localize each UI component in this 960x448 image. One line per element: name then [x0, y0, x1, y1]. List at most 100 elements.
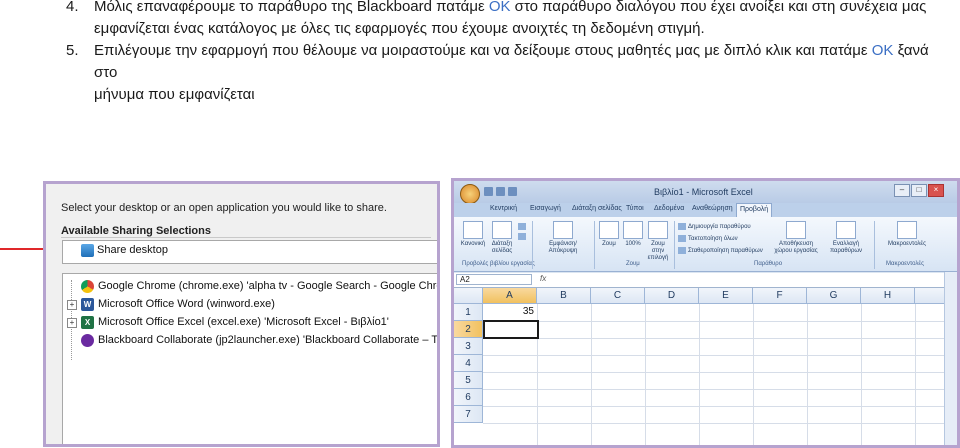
- view-small-buttons-2[interactable]: [518, 233, 528, 240]
- row-header[interactable]: 3: [454, 338, 483, 355]
- step-text: Επιλέγουμε την εφαρμογή που θέλουμε να μ…: [94, 42, 929, 103]
- page-layout-button[interactable]: Διάταξη σελίδας: [488, 221, 516, 255]
- step-text: Μόλις επαναφέρουμε το παράθυρο της Black…: [94, 0, 927, 37]
- vertical-scrollbar[interactable]: [944, 272, 957, 445]
- show-hide-button[interactable]: Εμφάνιση/Απόκρυψη: [536, 221, 590, 255]
- window-title: Βιβλίο1 - Microsoft Excel: [654, 187, 753, 197]
- page-layout-icon: [492, 221, 512, 239]
- share-desktop-option[interactable]: Share desktop: [62, 240, 437, 264]
- zoom-button[interactable]: Ζουμ: [598, 221, 620, 248]
- column-header[interactable]: E: [699, 288, 753, 304]
- zoom-icon: [599, 221, 619, 239]
- excel-title-bar: Βιβλίο1 - Microsoft Excel – □ ×: [454, 181, 957, 204]
- grid-line: [483, 338, 957, 339]
- maximize-icon[interactable]: □: [911, 184, 927, 197]
- spreadsheet-grid[interactable]: A B C D E F G H 1 2 3 4 5 6 7 35: [454, 288, 957, 445]
- expand-toggle[interactable]: +: [67, 318, 77, 328]
- group-window: Παράθυρο: [754, 261, 783, 267]
- zoom-selection-button[interactable]: Ζουμ στην επιλογή: [646, 221, 670, 262]
- grid-line: [483, 355, 957, 356]
- sharing-dialog-screenshot: Select your desktop or an open applicati…: [43, 181, 440, 447]
- freeze-panes-icon: [678, 247, 686, 254]
- fx-icon[interactable]: fx: [540, 274, 546, 283]
- macros-button[interactable]: Μακροεντολές: [882, 221, 932, 248]
- grid-line: [591, 304, 592, 445]
- column-header[interactable]: C: [591, 288, 645, 304]
- grid-line: [483, 406, 957, 407]
- minimize-icon[interactable]: –: [894, 184, 910, 197]
- group-separator: [674, 221, 675, 269]
- available-selections-title: Available Sharing Selections: [61, 225, 211, 237]
- grid-line: [483, 389, 957, 390]
- row-header[interactable]: 2: [454, 321, 483, 338]
- close-icon[interactable]: ×: [928, 184, 944, 197]
- column-header[interactable]: A: [483, 288, 537, 304]
- zoom-100-icon: [623, 221, 643, 239]
- excel-icon: X: [81, 316, 94, 329]
- freeze-panes-button[interactable]: Σταθεροποίηση παραθύρων: [678, 247, 763, 254]
- switch-windows-button[interactable]: Εναλλαγή παραθύρων: [824, 221, 868, 255]
- cell-a1[interactable]: 35: [483, 306, 534, 317]
- save-workspace-icon: [786, 221, 806, 239]
- save-workspace-button[interactable]: Αποθήκευση χώρου εργασίας: [774, 221, 818, 255]
- undo-icon[interactable]: [496, 187, 505, 196]
- name-box[interactable]: A2: [456, 274, 532, 285]
- selected-cell-a2[interactable]: [483, 320, 539, 339]
- tab-insert[interactable]: Εισαγωγή: [530, 205, 561, 212]
- normal-view-button[interactable]: Κανονική: [460, 221, 486, 248]
- group-separator: [594, 221, 595, 269]
- grid-line: [483, 423, 957, 424]
- formula-bar: A2 fx: [454, 273, 957, 288]
- tab-data[interactable]: Δεδομένα: [654, 205, 684, 212]
- divider: [61, 237, 431, 238]
- arrange-all-icon: [678, 235, 686, 242]
- tab-formulas[interactable]: Τύποι: [626, 205, 644, 212]
- normal-view-icon: [463, 221, 483, 239]
- view-small-buttons[interactable]: [518, 223, 528, 230]
- desktop-icon: [81, 244, 94, 257]
- column-header[interactable]: B: [537, 288, 591, 304]
- row-header[interactable]: 7: [454, 406, 483, 423]
- new-window-button[interactable]: Δημιουργία παραθύρου: [678, 223, 751, 230]
- tab-view[interactable]: Προβολή: [736, 203, 773, 217]
- zoom-100-button[interactable]: 100%: [622, 221, 644, 248]
- grid-line: [915, 304, 916, 445]
- grid-line: [645, 304, 646, 445]
- column-header[interactable]: F: [753, 288, 807, 304]
- ribbon-tabs: Κεντρική Εισαγωγή Διάταξη σελίδας Τύποι …: [454, 203, 957, 217]
- grid-line: [483, 321, 957, 322]
- tab-page-layout[interactable]: Διάταξη σελίδας: [572, 205, 622, 212]
- blackboard-icon: [81, 334, 94, 347]
- grid-line: [807, 304, 808, 445]
- application-list: Google Chrome (chrome.exe) 'alpha tv - G…: [62, 273, 437, 444]
- switch-windows-icon: [836, 221, 856, 239]
- new-window-icon: [678, 223, 686, 230]
- row-header[interactable]: 1: [454, 304, 483, 321]
- select-all-corner[interactable]: [454, 288, 483, 304]
- redo-icon[interactable]: [508, 187, 517, 196]
- instruction-text: Select your desktop or an open applicati…: [61, 202, 387, 214]
- row-header[interactable]: 5: [454, 372, 483, 389]
- column-header[interactable]: H: [861, 288, 915, 304]
- excel-screenshot: Βιβλίο1 - Microsoft Excel – □ × Κεντρική…: [451, 178, 960, 448]
- tab-review[interactable]: Αναθεώρηση: [692, 205, 733, 212]
- group-separator: [532, 221, 533, 269]
- step-number: 4.: [66, 0, 79, 15]
- arrange-all-button[interactable]: Τακτοποίηση όλων: [678, 235, 738, 242]
- show-hide-icon: [553, 221, 573, 239]
- group-workbook-views: Προβολές βιβλίου εργασίας: [462, 261, 535, 267]
- expand-toggle[interactable]: +: [67, 300, 77, 310]
- row-header[interactable]: 4: [454, 355, 483, 372]
- chrome-icon: [81, 280, 94, 293]
- office-button-icon[interactable]: [460, 184, 480, 204]
- zoom-selection-icon: [648, 221, 668, 239]
- tab-home[interactable]: Κεντρική: [490, 205, 517, 212]
- column-header[interactable]: G: [807, 288, 861, 304]
- grid-line: [699, 304, 700, 445]
- ok-word: OK: [871, 42, 894, 59]
- save-icon[interactable]: [484, 187, 493, 196]
- column-header[interactable]: D: [645, 288, 699, 304]
- grid-line: [483, 372, 957, 373]
- row-header[interactable]: 6: [454, 389, 483, 406]
- macros-icon: [897, 221, 917, 239]
